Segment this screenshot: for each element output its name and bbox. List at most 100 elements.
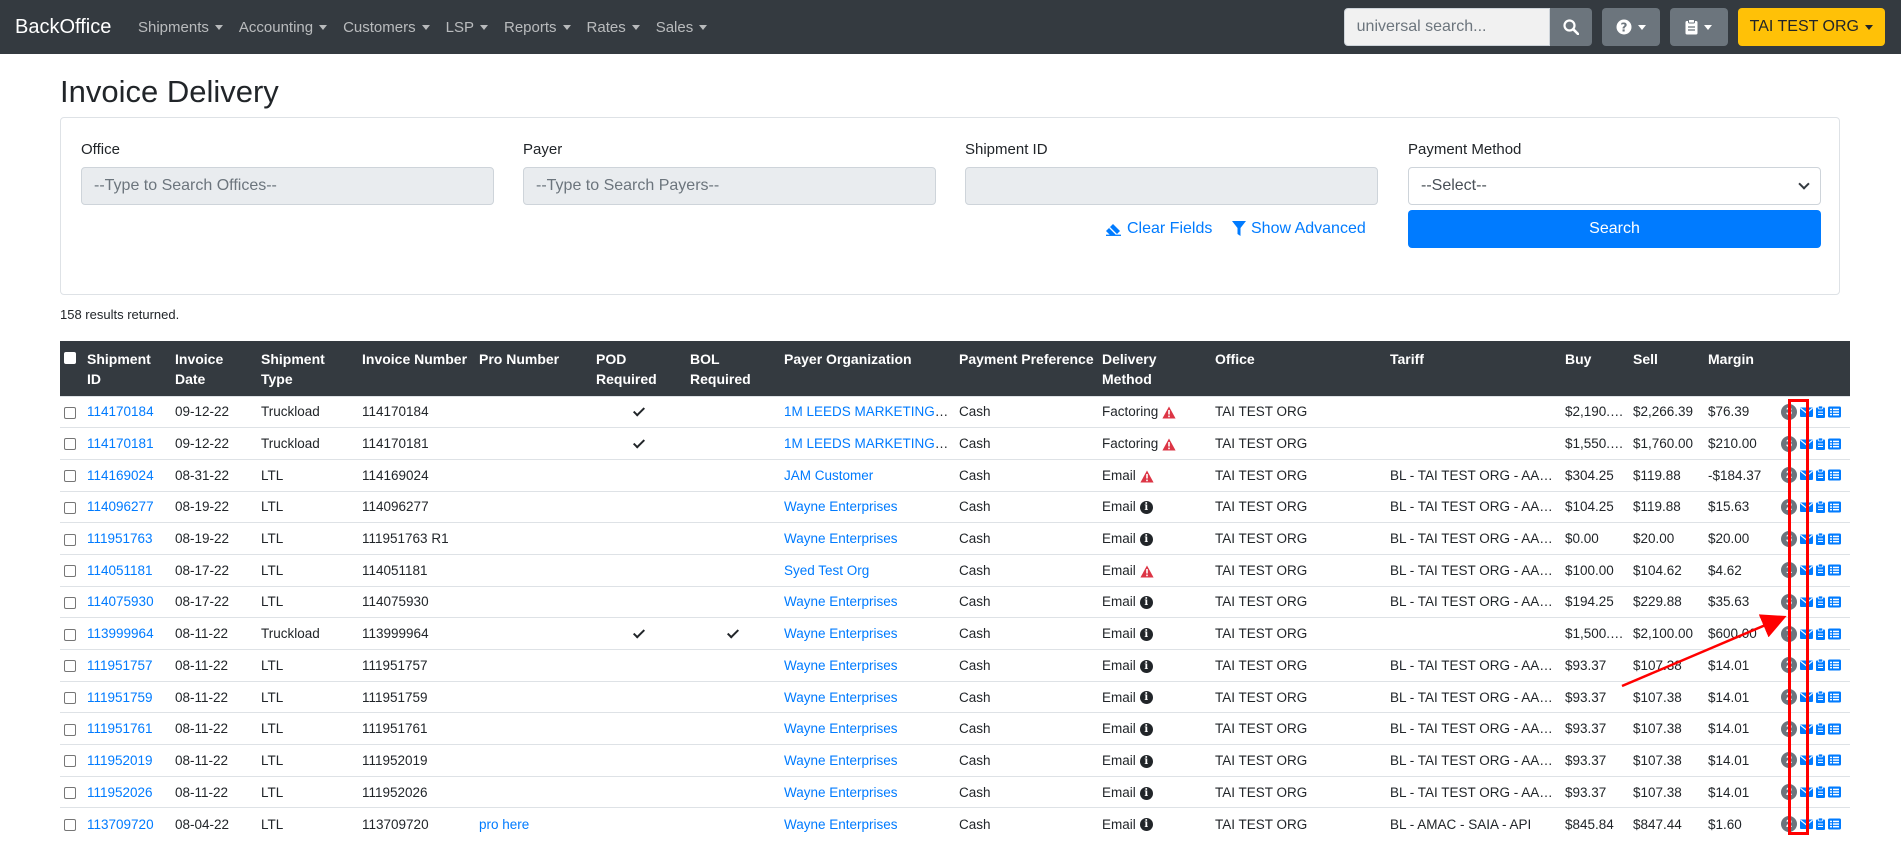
clipboard-icon[interactable]: [1816, 722, 1825, 735]
shipment-id-link[interactable]: 114075930: [87, 594, 154, 609]
clipboard-icon[interactable]: [1816, 627, 1825, 640]
shipment-id-link[interactable]: 114170184: [87, 404, 154, 419]
clipboard-icon[interactable]: [1816, 691, 1825, 704]
nav-menu-sales[interactable]: Sales: [648, 0, 716, 54]
nav-menu-accounting[interactable]: Accounting: [231, 0, 335, 54]
list-icon[interactable]: [1828, 501, 1841, 513]
row-checkbox[interactable]: [64, 470, 76, 483]
payer-search-input[interactable]: --Type to Search Payers--: [523, 167, 936, 205]
list-icon[interactable]: [1828, 596, 1841, 608]
nav-menu-reports[interactable]: Reports: [496, 0, 579, 54]
clipboard-icon[interactable]: [1816, 786, 1825, 799]
col-header-bol-required[interactable]: BOL Required: [686, 341, 780, 396]
payer-organization-link[interactable]: Wayne Enterprises: [784, 817, 898, 832]
col-header-margin[interactable]: Margin: [1704, 341, 1777, 396]
col-header-office[interactable]: Office: [1211, 341, 1386, 396]
clear-fields-button[interactable]: Clear Fields: [1105, 210, 1212, 248]
row-checkbox[interactable]: [64, 755, 76, 768]
list-icon[interactable]: [1828, 818, 1841, 830]
list-icon[interactable]: [1828, 564, 1841, 576]
shipment-id-link[interactable]: 111952026: [87, 785, 153, 800]
clipboard-icon[interactable]: [1816, 754, 1825, 767]
nav-menu-rates[interactable]: Rates: [579, 0, 648, 54]
nav-menu-shipments[interactable]: Shipments: [130, 0, 231, 54]
nav-menu-customers[interactable]: Customers: [335, 0, 438, 54]
clipboard-icon[interactable]: [1816, 437, 1825, 450]
shipment-id-link[interactable]: 114169024: [87, 468, 154, 483]
row-checkbox[interactable]: [64, 501, 76, 514]
clipboard-icon[interactable]: [1816, 469, 1825, 482]
list-icon[interactable]: [1828, 691, 1841, 703]
shipment-id-link[interactable]: 111951761: [87, 721, 153, 736]
row-checkbox[interactable]: [64, 691, 76, 704]
payer-organization-link[interactable]: Wayne Enterprises: [784, 721, 898, 736]
col-header-shipment-id[interactable]: Shipment ID: [83, 341, 171, 396]
row-checkbox[interactable]: [64, 787, 76, 800]
show-advanced-button[interactable]: Show Advanced: [1232, 210, 1366, 248]
shipment-id-link[interactable]: 113709720: [87, 817, 154, 832]
shipment-id-link[interactable]: 111952019: [87, 753, 153, 768]
row-checkbox[interactable]: [64, 660, 76, 673]
shipment-id-link[interactable]: 111951763: [87, 531, 153, 546]
list-icon[interactable]: [1828, 533, 1841, 545]
list-icon[interactable]: [1828, 659, 1841, 671]
list-icon[interactable]: [1828, 754, 1841, 766]
payer-organization-link[interactable]: Wayne Enterprises: [784, 594, 898, 609]
clipboard-icon[interactable]: [1816, 500, 1825, 513]
payer-organization-link[interactable]: Syed Test Org: [784, 563, 869, 578]
org-dropdown-button[interactable]: TAI TEST ORG: [1737, 8, 1885, 46]
row-checkbox[interactable]: [64, 628, 76, 641]
payer-organization-link[interactable]: Wayne Enterprises: [784, 626, 898, 641]
col-header-pod-required[interactable]: POD Required: [592, 341, 686, 396]
row-checkbox[interactable]: [64, 533, 76, 546]
pro-number-link[interactable]: pro here: [479, 817, 529, 832]
list-icon[interactable]: [1828, 628, 1841, 640]
col-header-payment-preference[interactable]: Payment Preference: [955, 341, 1098, 396]
payer-organization-link[interactable]: Wayne Enterprises: [784, 785, 898, 800]
brand-logo[interactable]: BackOffice: [0, 16, 130, 39]
col-header-invoice-date[interactable]: Invoice Date: [171, 341, 257, 396]
col-header-sell[interactable]: Sell: [1629, 341, 1704, 396]
payer-organization-link[interactable]: Wayne Enterprises: [784, 531, 898, 546]
payer-organization-link[interactable]: Wayne Enterprises: [784, 499, 898, 514]
payer-organization-link[interactable]: Wayne Enterprises: [784, 690, 898, 705]
row-checkbox[interactable]: [64, 723, 76, 736]
clipboard-icon[interactable]: [1816, 818, 1825, 831]
clipboard-icon[interactable]: [1816, 405, 1825, 418]
shipment-id-link[interactable]: 111951757: [87, 658, 153, 673]
col-header-payer-organization[interactable]: Payer Organization: [780, 341, 955, 396]
shipment-id-link[interactable]: 114051181: [87, 563, 153, 578]
payment-method-select[interactable]: --Select--: [1408, 167, 1821, 205]
row-checkbox[interactable]: [64, 596, 76, 609]
payer-organization-link[interactable]: 1M LEEDS MARKETING I...: [784, 404, 954, 419]
shipment-id-link[interactable]: 113999964: [87, 626, 154, 641]
clipboard-icon[interactable]: [1816, 659, 1825, 672]
list-icon[interactable]: [1828, 406, 1841, 418]
col-header-tariff[interactable]: Tariff: [1386, 341, 1561, 396]
shipment-id-input[interactable]: [965, 167, 1378, 205]
shipment-id-link[interactable]: 111951759: [87, 690, 153, 705]
clipboard-icon[interactable]: [1816, 564, 1825, 577]
col-header-shipment-type[interactable]: Shipment Type: [257, 341, 358, 396]
shipment-id-link[interactable]: 114170181: [87, 436, 154, 451]
payer-organization-link[interactable]: Wayne Enterprises: [784, 658, 898, 673]
row-checkbox[interactable]: [64, 438, 76, 451]
col-header-invoice-number[interactable]: Invoice Number: [358, 341, 475, 396]
shipment-id-link[interactable]: 114096277: [87, 499, 154, 514]
payer-organization-link[interactable]: JAM Customer: [784, 468, 873, 483]
list-icon[interactable]: [1828, 723, 1841, 735]
list-icon[interactable]: [1828, 786, 1841, 798]
search-button[interactable]: Search: [1408, 210, 1821, 248]
col-header-pro-number[interactable]: Pro Number: [475, 341, 592, 396]
nav-menu-lsp[interactable]: LSP: [438, 0, 496, 54]
col-header-delivery-method[interactable]: Delivery Method: [1098, 341, 1211, 396]
universal-search-button[interactable]: [1549, 8, 1592, 46]
payer-organization-link[interactable]: 1M LEEDS MARKETING I...: [784, 436, 954, 451]
office-search-input[interactable]: --Type to Search Offices--: [81, 167, 494, 205]
row-checkbox[interactable]: [64, 818, 76, 831]
clipboard-icon[interactable]: [1816, 595, 1825, 608]
list-icon[interactable]: [1828, 469, 1841, 481]
select-all-checkbox[interactable]: [64, 352, 76, 364]
help-dropdown-button[interactable]: ?: [1601, 8, 1660, 46]
clipboard-dropdown-button[interactable]: [1669, 8, 1728, 46]
